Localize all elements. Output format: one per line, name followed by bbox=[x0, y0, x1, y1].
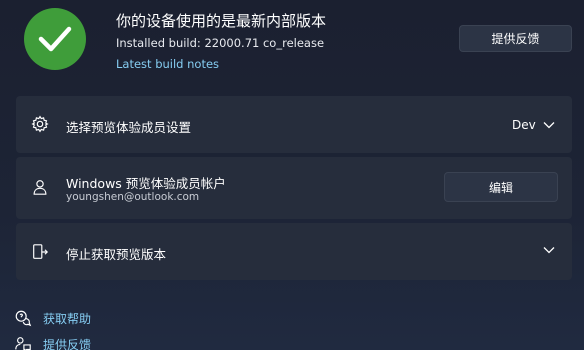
checkmark-status-icon bbox=[24, 8, 86, 70]
windows-insider-page: 你的设备使用的是最新内部版本 Installed build: 22000.71… bbox=[0, 0, 584, 350]
stop-preview-builds-card[interactable]: 停止获取预览版本 bbox=[16, 223, 572, 280]
get-help-link[interactable]: 获取帮助 bbox=[14, 309, 91, 327]
chevron-down-icon[interactable] bbox=[542, 243, 556, 257]
help-chat-icon bbox=[14, 309, 32, 327]
account-email: youngshen@outlook.com bbox=[66, 191, 200, 203]
channel-value: Dev bbox=[512, 118, 536, 132]
person-icon bbox=[30, 177, 50, 197]
insider-account-label: Windows 预览体验成员帐户 bbox=[66, 176, 226, 191]
chevron-down-icon[interactable] bbox=[542, 118, 556, 132]
installed-build-text: Installed build: 22000.71 co_release bbox=[116, 36, 325, 50]
feedback-icon bbox=[14, 335, 32, 350]
feedback-button[interactable]: 提供反馈 bbox=[459, 25, 572, 52]
gear-icon bbox=[30, 114, 50, 134]
stop-preview-label: 停止获取预览版本 bbox=[66, 247, 167, 262]
stop-builds-icon bbox=[30, 242, 50, 262]
give-feedback-link[interactable]: 提供反馈 bbox=[14, 335, 91, 350]
give-feedback-label: 提供反馈 bbox=[43, 337, 92, 350]
status-title: 你的设备使用的是最新内部版本 bbox=[116, 12, 327, 30]
insider-settings-card[interactable]: 选择预览体验成员设置 Dev bbox=[16, 96, 572, 153]
edit-account-button[interactable]: 编辑 bbox=[444, 172, 558, 202]
insider-settings-label: 选择预览体验成员设置 bbox=[66, 120, 192, 135]
latest-build-notes-link[interactable]: Latest build notes bbox=[116, 57, 219, 71]
get-help-label: 获取帮助 bbox=[43, 311, 92, 326]
